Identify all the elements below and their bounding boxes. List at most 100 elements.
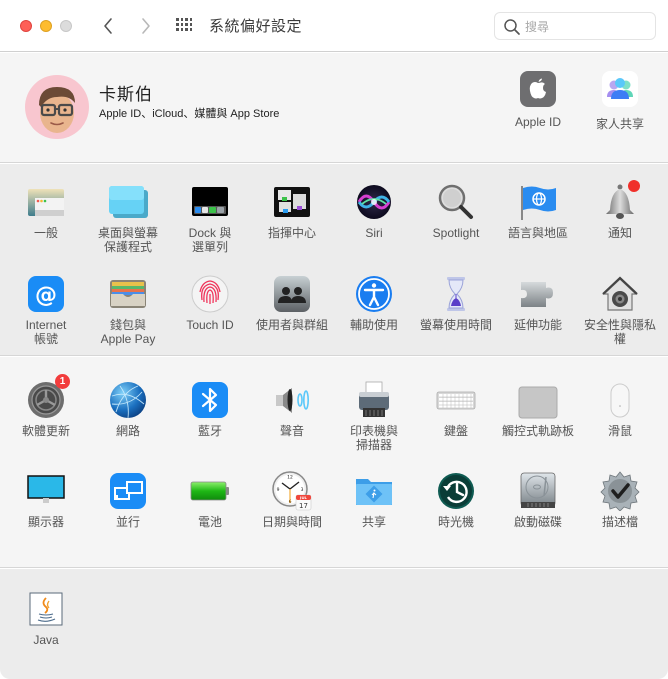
battery-icon	[190, 471, 230, 511]
pane-label: 觸控式軌跡板	[501, 424, 574, 438]
pane-keyboard[interactable]: 鍵盤	[415, 380, 497, 438]
pane-startup-disk[interactable]: 啟動磁碟	[497, 471, 579, 529]
pane-notifications[interactable]: 通知	[579, 180, 661, 240]
language-region-icon	[518, 182, 558, 222]
pane-mission-control[interactable]: 指揮中心	[251, 182, 333, 240]
pane-dock[interactable]: Dock 與 選單列	[169, 182, 251, 254]
pane-label: 日期與時間	[261, 515, 322, 529]
search-input[interactable]	[525, 17, 651, 37]
pane-time-machine[interactable]: 時光機	[415, 471, 497, 529]
notifications-icon	[600, 180, 640, 222]
pane-label: 軟體更新	[21, 424, 70, 438]
pane-battery[interactable]: 電池	[169, 471, 251, 529]
svg-text:12: 12	[287, 475, 293, 481]
pane-family-sharing[interactable]: 家人共享	[580, 71, 660, 132]
pane-apple-id[interactable]: Apple ID	[498, 71, 578, 129]
pane-label: 桌面與螢幕 保護程式	[97, 226, 158, 254]
forward-button[interactable]	[136, 14, 156, 38]
pane-label: Java	[33, 633, 59, 647]
pane-mouse[interactable]: 滑鼠	[579, 380, 661, 438]
pane-software-update[interactable]: 1 軟體更新	[5, 374, 87, 438]
pane-accessibility[interactable]: 輔助使用	[333, 274, 415, 332]
pane-sharing[interactable]: 共享	[333, 471, 415, 529]
svg-text:3: 3	[301, 487, 304, 493]
pane-trackpad[interactable]: 觸控式軌跡板	[497, 380, 579, 438]
pane-language-region[interactable]: 語言與地區	[497, 182, 579, 240]
title-bar: 系統偏好設定	[0, 0, 668, 52]
pane-java[interactable]: Java	[5, 589, 87, 647]
svg-text:@: @	[35, 283, 57, 308]
date-time-icon: 12369JUL17	[272, 471, 312, 511]
pane-label: 通知	[607, 226, 632, 240]
sound-icon	[272, 380, 312, 420]
svg-text:JUL: JUL	[299, 495, 307, 500]
pane-sidecar[interactable]: 並行	[87, 471, 169, 529]
pane-label: 安全性與隱私權	[583, 318, 656, 346]
preferences-section-personal: 一般 桌面與螢幕 保護程式 Dock 與 選單列 指揮中心 Siri Spotlight 語…	[0, 164, 668, 356]
spotlight-icon	[436, 182, 476, 222]
pane-spotlight[interactable]: Spotlight	[415, 182, 497, 240]
pane-label: 輔助使用	[349, 318, 398, 332]
memoji-avatar-icon	[39, 87, 75, 133]
pane-printer[interactable]: 印表機與 掃描器	[333, 380, 415, 452]
extensions-icon	[518, 274, 558, 314]
siri-icon	[354, 182, 394, 222]
pane-label: 啟動磁碟	[513, 515, 562, 529]
back-button[interactable]	[98, 14, 118, 38]
sharing-icon	[354, 471, 394, 511]
screen-time-icon	[436, 274, 476, 314]
pane-label: 錢包與 Apple Pay	[100, 318, 156, 346]
zoom-button[interactable]	[60, 20, 72, 32]
internet-accounts-icon: @	[26, 274, 66, 314]
printer-icon	[354, 380, 394, 420]
pane-security-privacy[interactable]: 安全性與隱私權	[579, 274, 661, 346]
pane-label: Internet 帳號	[25, 318, 67, 346]
system-preferences-window: 系統偏好設定 卡斯伯 Apple ID、iCloud、媒體與 App Store	[0, 0, 668, 679]
pane-desktop-screensaver[interactable]: 桌面與螢幕 保護程式	[87, 182, 169, 254]
window-title: 系統偏好設定	[209, 18, 303, 35]
pane-label: 螢幕使用時間	[419, 318, 492, 332]
displays-icon	[26, 471, 66, 511]
pane-internet-accounts[interactable]: @ Internet 帳號	[5, 274, 87, 346]
pane-siri[interactable]: Siri	[333, 182, 415, 240]
pane-label: 使用者與群組	[255, 318, 328, 332]
pane-label: 顯示器	[27, 515, 64, 529]
show-all-button[interactable]	[176, 18, 194, 34]
pane-users-groups[interactable]: 使用者與群組	[251, 274, 333, 332]
users-groups-icon	[272, 274, 312, 314]
pane-extensions[interactable]: 延伸功能	[497, 274, 579, 332]
pane-sound[interactable]: 聲音	[251, 380, 333, 438]
pane-bluetooth[interactable]: 藍牙	[169, 380, 251, 438]
general-icon	[26, 182, 66, 222]
profiles-icon	[600, 471, 640, 512]
pane-label: 一般	[33, 226, 58, 240]
software-update-icon: 1	[26, 374, 70, 420]
pane-network[interactable]: 網路	[87, 380, 169, 438]
pane-screen-time[interactable]: 螢幕使用時間	[415, 274, 497, 332]
pane-date-time[interactable]: 12369JUL17日期與時間	[251, 471, 333, 529]
pane-displays[interactable]: 顯示器	[5, 471, 87, 529]
pane-profiles[interactable]: 描述檔	[579, 471, 661, 529]
pane-label: Siri	[365, 226, 383, 240]
account-section: 卡斯伯 Apple ID、iCloud、媒體與 App Store Apple …	[0, 53, 668, 163]
pane-wallet[interactable]: 錢包與 Apple Pay	[87, 274, 169, 346]
chevron-right-icon	[142, 18, 150, 34]
network-icon	[108, 380, 148, 420]
svg-text:9: 9	[277, 487, 280, 493]
minimize-button[interactable]	[40, 20, 52, 32]
search-field[interactable]	[494, 12, 656, 40]
mouse-icon	[600, 380, 640, 420]
avatar[interactable]	[25, 75, 89, 139]
time-machine-icon	[436, 471, 476, 511]
pane-label: 網路	[115, 424, 140, 438]
pane-label: 語言與地區	[507, 226, 568, 240]
pane-label: 家人共享	[595, 117, 644, 131]
pane-touch-id[interactable]: Touch ID	[169, 274, 251, 332]
mission-control-icon	[272, 182, 312, 222]
dock-icon	[190, 182, 230, 222]
pane-general[interactable]: 一般	[5, 182, 87, 240]
family-sharing-icon	[602, 71, 638, 107]
pane-label: 延伸功能	[513, 318, 562, 332]
pane-label: Dock 與 選單列	[188, 226, 232, 254]
close-button[interactable]	[20, 20, 32, 32]
